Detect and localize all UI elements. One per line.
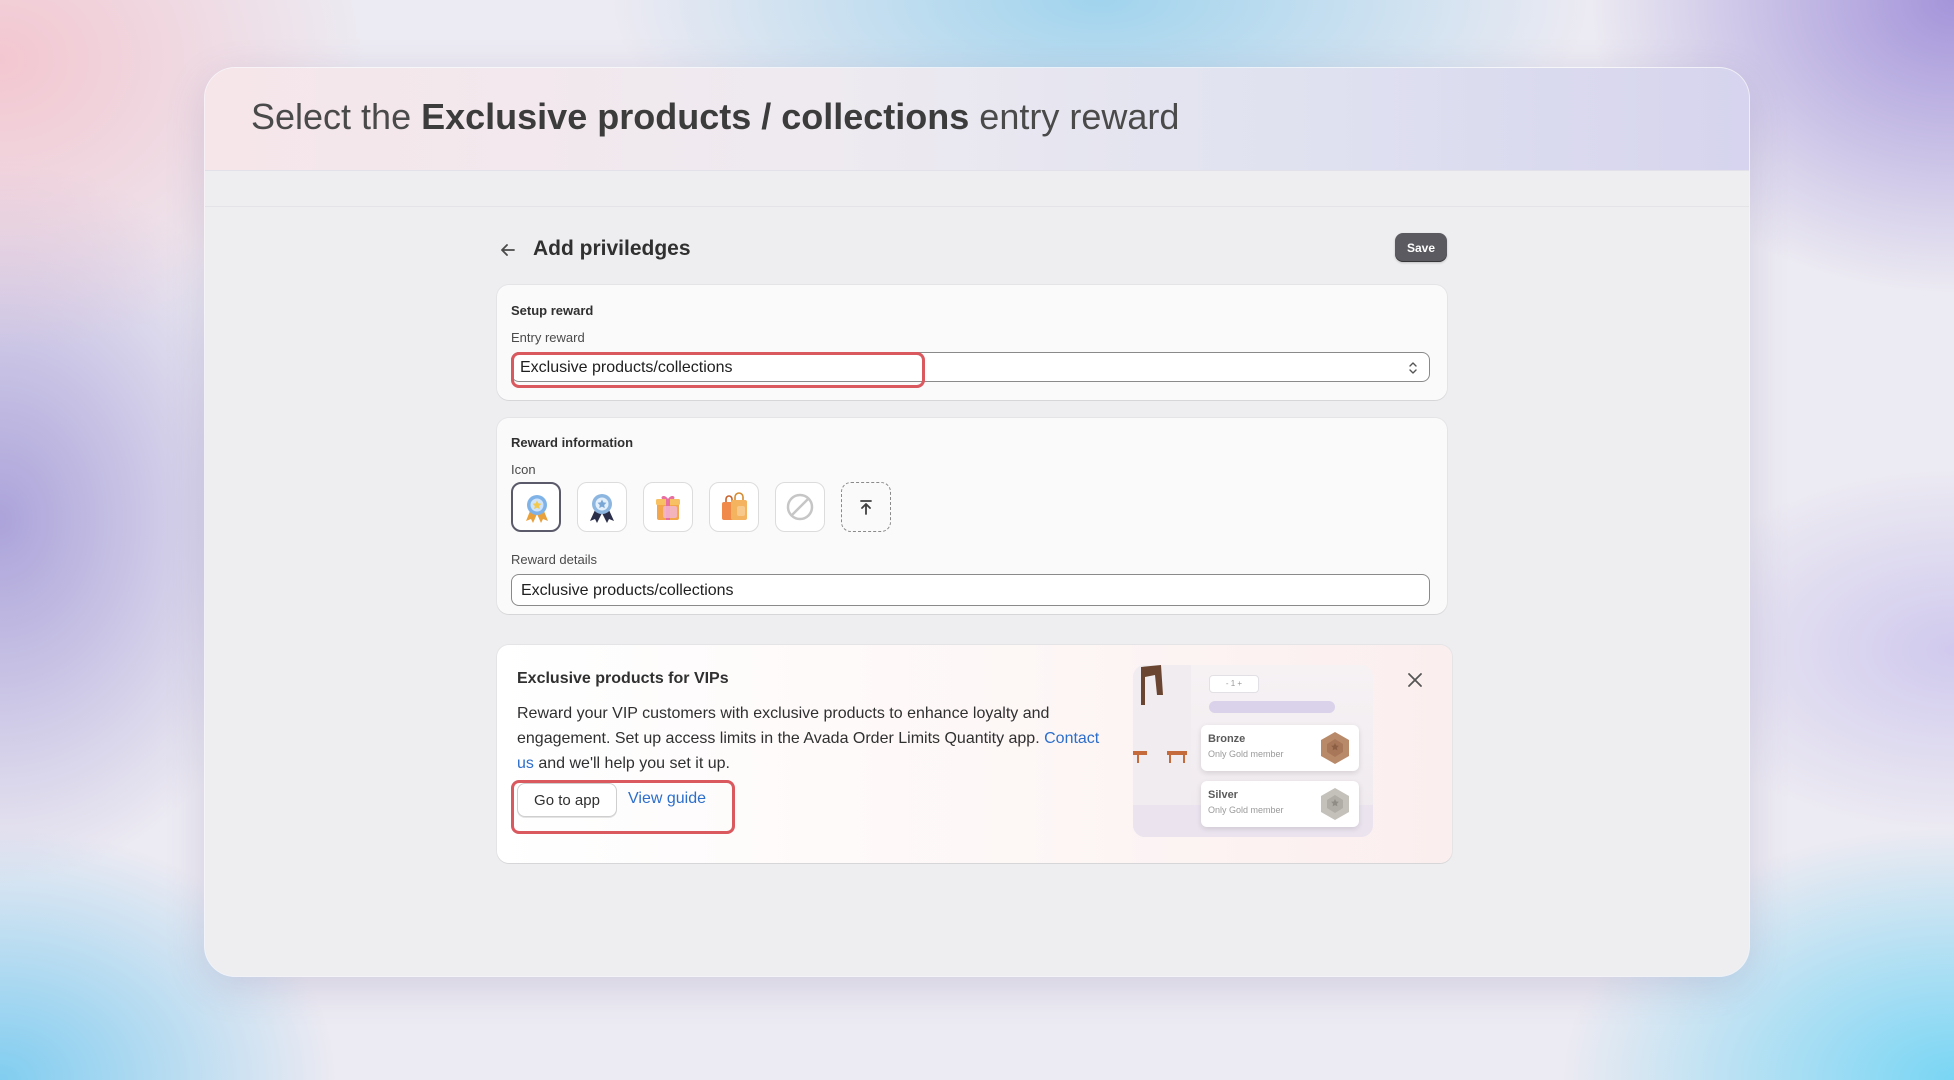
tier-note: Only Gold member bbox=[1208, 749, 1284, 759]
bronze-hexagon-icon bbox=[1321, 732, 1349, 764]
page-header: Add priviledges Save bbox=[497, 233, 1447, 269]
close-icon[interactable] bbox=[1406, 671, 1424, 689]
icon-option-medal[interactable] bbox=[511, 482, 561, 532]
tutorial-frame: Select the Exclusive products / collecti… bbox=[205, 68, 1749, 976]
ribbon-badge-icon bbox=[590, 494, 614, 523]
placeholder-bar bbox=[1209, 701, 1335, 713]
entry-reward-label: Entry reward bbox=[511, 330, 585, 345]
gift-box-icon bbox=[656, 495, 680, 520]
medal-icon bbox=[526, 495, 548, 523]
instruction-text: Select the Exclusive products / collecti… bbox=[251, 96, 1179, 138]
icon-option-ribbon-badge[interactable] bbox=[577, 482, 627, 532]
reward-details-input[interactable]: Exclusive products/collections bbox=[511, 574, 1430, 606]
page-title: Add priviledges bbox=[533, 237, 691, 260]
tier-card-silver: Silver Only Gold member bbox=[1201, 781, 1359, 827]
promo-body-text: Reward your VIP customers with exclusive… bbox=[517, 705, 1050, 747]
promo-title: Exclusive products for VIPs bbox=[517, 670, 729, 687]
reward-details-value: Exclusive products/collections bbox=[521, 582, 734, 599]
save-button[interactable]: Save bbox=[1395, 233, 1447, 262]
upload-icon bbox=[860, 500, 872, 515]
silver-hexagon-icon bbox=[1321, 788, 1349, 820]
instruction-prefix: Select the bbox=[251, 96, 422, 137]
icon-option-gift-box[interactable] bbox=[643, 482, 693, 532]
instruction-header: Select the Exclusive products / collecti… bbox=[205, 68, 1749, 171]
select-caret-icon bbox=[1409, 362, 1417, 374]
arrow-left-icon[interactable] bbox=[497, 239, 519, 261]
icon-option-shopping-bags[interactable] bbox=[709, 482, 759, 532]
promo-body-tail: and we'll help you set it up. bbox=[533, 755, 730, 772]
reward-details-label: Reward details bbox=[511, 552, 597, 567]
icon-upload-button[interactable] bbox=[841, 482, 891, 532]
highlight-entry-reward bbox=[511, 352, 925, 388]
quantity-stepper: - 1 + bbox=[1209, 675, 1259, 693]
highlight-promo-actions bbox=[511, 780, 735, 834]
instruction-emphasis: Exclusive products / collections bbox=[421, 96, 970, 137]
divider bbox=[205, 206, 1749, 207]
tier-note: Only Gold member bbox=[1208, 805, 1284, 815]
shopping-bags-icon bbox=[722, 492, 747, 520]
tier-name: Silver bbox=[1208, 789, 1238, 801]
promo-body: Reward your VIP customers with exclusive… bbox=[517, 701, 1107, 776]
reward-information-heading: Reward information bbox=[511, 435, 634, 450]
setup-reward-heading: Setup reward bbox=[511, 303, 594, 318]
promo-illustration: - 1 + Bronze Only Gold member Silver Onl… bbox=[1133, 665, 1373, 837]
no-icon bbox=[786, 493, 814, 521]
reward-information-card: Reward information Icon Reward details E… bbox=[497, 418, 1447, 614]
icon-label: Icon bbox=[511, 462, 536, 477]
tier-card-bronze: Bronze Only Gold member bbox=[1201, 725, 1359, 771]
tier-name: Bronze bbox=[1208, 733, 1246, 745]
instruction-suffix: entry reward bbox=[969, 96, 1180, 137]
icon-option-none[interactable] bbox=[775, 482, 825, 532]
